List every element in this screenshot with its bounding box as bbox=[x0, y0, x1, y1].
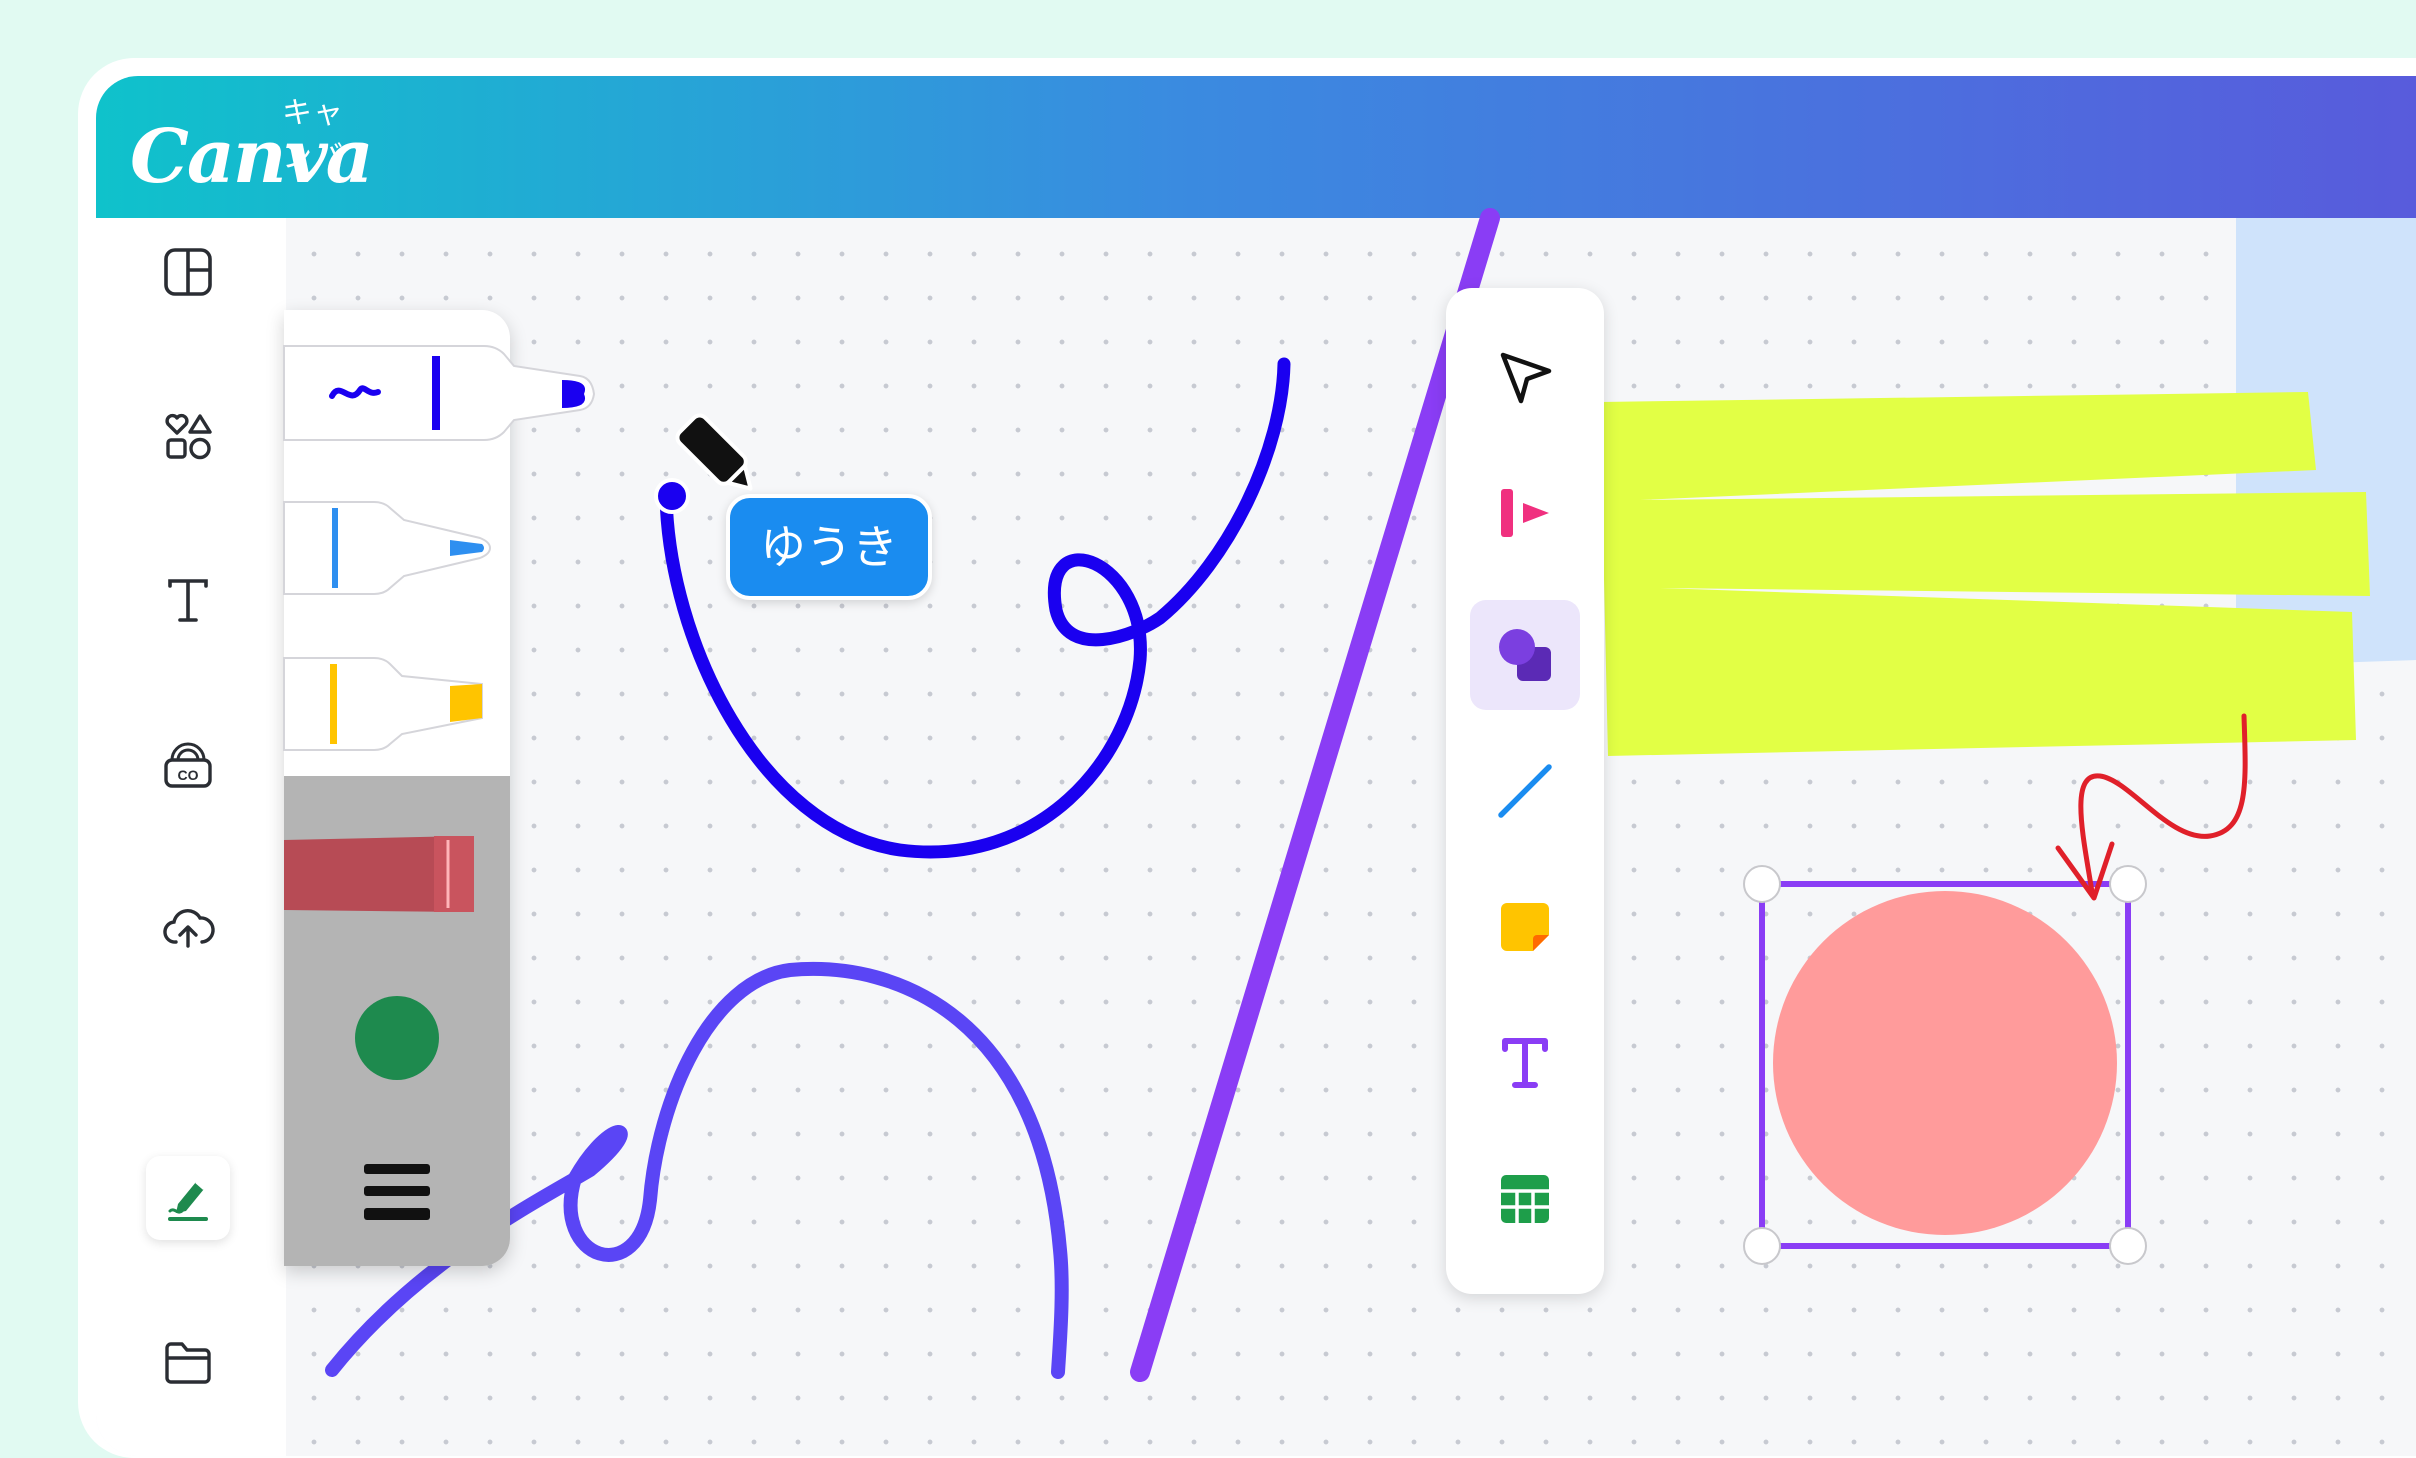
marker-icon bbox=[1501, 489, 1549, 537]
cursor-arrow-icon bbox=[1500, 352, 1552, 404]
tool-line[interactable] bbox=[1470, 736, 1580, 846]
tool-shapes[interactable] bbox=[1470, 600, 1580, 710]
tool-sticky-note[interactable] bbox=[1470, 872, 1580, 982]
pen-tools-layer bbox=[283, 345, 596, 751]
shapes-icon bbox=[1499, 629, 1551, 681]
marker-pen-tool bbox=[283, 345, 596, 441]
pen-tool bbox=[283, 501, 492, 595]
highlighter-tool bbox=[283, 657, 483, 751]
whiteboard-toolbar bbox=[1446, 288, 1604, 1294]
table-icon bbox=[1501, 1175, 1549, 1223]
sticky-note-icon bbox=[1501, 903, 1549, 951]
text-icon bbox=[1502, 1038, 1548, 1088]
line-icon bbox=[1498, 764, 1552, 818]
tool-text[interactable] bbox=[1470, 1008, 1580, 1118]
tool-select[interactable] bbox=[1470, 322, 1580, 432]
tool-table[interactable] bbox=[1470, 1144, 1580, 1254]
tool-draw[interactable] bbox=[1470, 458, 1580, 568]
